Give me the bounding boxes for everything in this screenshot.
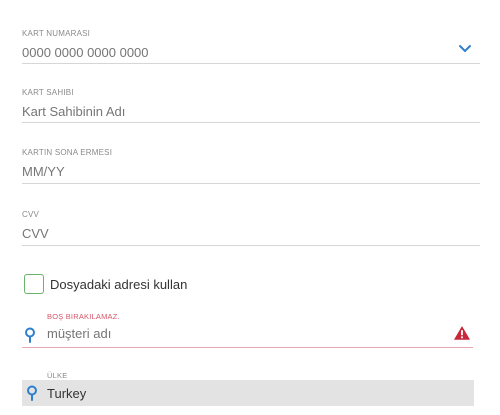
card-expiry-label: KARTIN SONA ERMESI [22,148,113,157]
cvv-field[interactable]: CVV [22,210,480,246]
card-expiry-field[interactable]: KARTIN SONA ERMESI [22,148,480,184]
card-holder-label: KART SAHIBI [22,88,74,97]
card-number-input[interactable] [22,45,480,60]
card-holder-underline [22,122,480,123]
country-label: ÜLKE [47,371,68,380]
card-number-label: KART NUMARASI [22,29,91,38]
card-holder-field[interactable]: KART SAHIBI [22,88,480,124]
use-address-checkbox[interactable] [24,274,44,294]
warning-triangle-icon [454,326,470,340]
card-number-field[interactable]: KART NUMARASI [22,29,480,65]
card-holder-input[interactable] [22,104,480,119]
use-address-row[interactable]: Dosyadaki adresi kullan [24,273,187,295]
location-pin-icon [25,327,35,343]
country-value: Turkey [47,386,87,401]
country-select[interactable]: Turkey [22,380,474,406]
card-number-underline [22,63,480,64]
cvv-underline [22,245,480,246]
card-expiry-input[interactable] [22,164,480,179]
chevron-down-icon[interactable] [458,44,472,54]
card-expiry-underline [22,183,480,184]
location-pin-icon [27,385,37,401]
customer-name-input[interactable] [47,326,427,341]
cvv-label: CVV [22,210,40,219]
use-address-label[interactable]: Dosyadaki adresi kullan [50,277,187,292]
customer-name-error-label: BOŞ BIRAKILAMAZ. [47,312,120,321]
customer-name-field[interactable]: BOŞ BIRAKILAMAZ. [22,312,473,349]
customer-name-underline [22,347,473,348]
cvv-input[interactable] [22,226,480,241]
